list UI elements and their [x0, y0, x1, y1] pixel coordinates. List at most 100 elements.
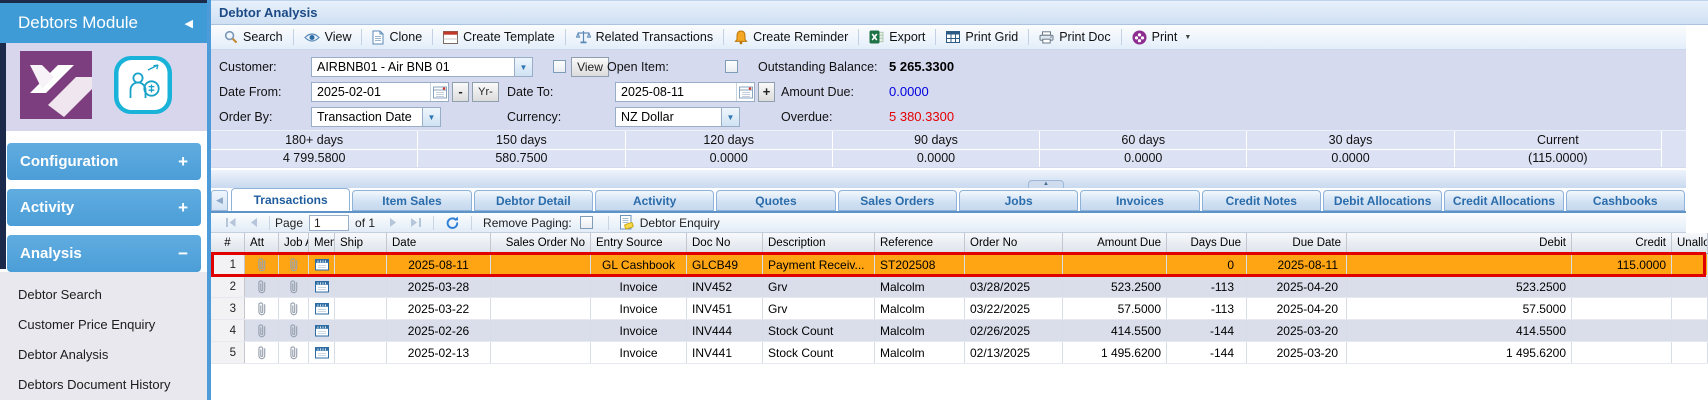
column-header-att[interactable]: Att [245, 233, 279, 253]
sidebar-header[interactable]: Debtors Module ◀ [0, 3, 207, 43]
toolbar-view-button[interactable]: View [296, 26, 360, 48]
column-header-entry-source[interactable]: Entry Source [591, 233, 687, 253]
dropdown-caret-icon[interactable]: ▼ [1184, 34, 1191, 41]
memo-icon[interactable] [315, 346, 329, 359]
order-by-combobox[interactable]: Transaction Date ▼ [311, 107, 441, 127]
column-header-due-date[interactable]: Due Date [1247, 233, 1347, 253]
date-plus-button[interactable]: + [758, 82, 775, 102]
column-header-debit[interactable]: Debit [1347, 233, 1572, 253]
tab-activity[interactable]: Activity [595, 190, 714, 211]
table-row[interactable]: 42025-02-26InvoiceINV444Stock CountMalco… [211, 320, 1708, 342]
attachment-icon[interactable] [257, 279, 267, 295]
toolbar-print-button[interactable]: Print▼ [1124, 26, 1200, 48]
tab-cashbooks[interactable]: Cashbooks [1566, 190, 1685, 211]
column-header-sales-order-no[interactable]: Sales Order No [491, 233, 591, 253]
column-header-ship[interactable]: Ship [335, 233, 387, 253]
chevron-down-icon[interactable]: ▼ [514, 58, 532, 76]
last-page-icon[interactable] [404, 217, 428, 228]
sidebar-section-activity[interactable]: Activity+ [7, 189, 201, 226]
previous-page-icon[interactable] [243, 217, 264, 228]
section-toggle-icon[interactable]: − [178, 244, 188, 264]
sidebar-section-configuration[interactable]: Configuration+ [7, 143, 201, 180]
sidebar-section-analysis[interactable]: Analysis− [7, 235, 201, 272]
table-row[interactable]: 12025-08-11GL CashbookGLCB49Payment Rece… [211, 254, 1708, 276]
tab-sales-orders[interactable]: Sales Orders [838, 190, 957, 211]
collapse-sidebar-icon[interactable]: ◀ [185, 17, 207, 30]
table-row[interactable]: 52025-02-13InvoiceINV441Stock CountMalco… [211, 342, 1708, 364]
attachment-icon[interactable] [257, 257, 267, 273]
calendar-icon[interactable] [736, 83, 754, 101]
column-header-[interactable]: # [211, 233, 245, 253]
tab-scroll-left-icon[interactable]: ◀ [211, 190, 228, 211]
panel-collapse-handle[interactable]: ▲ [1028, 180, 1064, 188]
tab-credit-notes[interactable]: Credit Notes [1202, 190, 1321, 211]
job-attachment-icon[interactable] [289, 257, 299, 273]
attachment-icon[interactable] [257, 323, 267, 339]
sidebar-item-customer-price-enquiry[interactable]: Customer Price Enquiry [0, 310, 207, 340]
table-row[interactable]: 32025-03-22InvoiceINV451GrvMalcolm03/22/… [211, 298, 1708, 320]
tab-invoices[interactable]: Invoices [1080, 190, 1199, 211]
debtor-enquiry-label[interactable]: Debtor Enquiry [640, 216, 720, 230]
chevron-down-icon[interactable]: ▼ [422, 108, 440, 126]
column-header-job-al[interactable]: Job Al [279, 233, 309, 253]
currency-combobox[interactable]: NZ Dollar ▼ [615, 107, 740, 127]
tab-item-sales[interactable]: Item Sales [352, 190, 471, 211]
open-item-checkbox[interactable] [725, 60, 738, 73]
toolbar-create-reminder-button[interactable]: Create Reminder [726, 26, 856, 48]
date-minus-button[interactable]: - [452, 82, 469, 102]
sidebar-item-debtors-document-history[interactable]: Debtors Document History [0, 370, 207, 400]
customer-checkbox[interactable] [553, 60, 566, 73]
column-header-days-due[interactable]: Days Due [1167, 233, 1247, 253]
job-attachment-icon[interactable] [289, 323, 299, 339]
view-customer-button[interactable]: View [571, 57, 609, 77]
job-attachment-icon[interactable] [289, 345, 299, 361]
table-row[interactable]: 22025-03-28InvoiceINV452GrvMalcolm03/28/… [211, 276, 1708, 298]
column-header-doc-no[interactable]: Doc No [687, 233, 763, 253]
column-header-reference[interactable]: Reference [875, 233, 965, 253]
toolbar-print-doc-button[interactable]: Print Doc [1031, 26, 1118, 48]
debtor-enquiry-icon[interactable] [614, 215, 640, 230]
date-from-field[interactable]: 2025-02-01 [311, 82, 449, 102]
memo-icon[interactable] [315, 302, 329, 315]
job-attachment-icon[interactable] [289, 301, 299, 317]
memo-icon[interactable] [315, 324, 329, 337]
job-attachment-icon[interactable] [289, 279, 299, 295]
toolbar-clone-button[interactable]: Clone [364, 26, 430, 48]
toolbar-search-button[interactable]: Search [216, 26, 291, 48]
first-page-icon[interactable] [219, 217, 243, 228]
tab-transactions[interactable]: Transactions [231, 188, 350, 211]
date-to-field[interactable]: 2025-08-11 [615, 82, 755, 102]
memo-icon[interactable] [315, 280, 329, 293]
toolbar-export-button[interactable]: Export [861, 26, 933, 48]
attachment-icon[interactable] [257, 345, 267, 361]
section-toggle-icon[interactable]: + [178, 152, 188, 172]
year-back-button[interactable]: Yr- [472, 82, 499, 102]
refresh-icon[interactable] [439, 216, 466, 230]
next-page-icon[interactable] [383, 217, 404, 228]
sidebar-item-debtor-analysis[interactable]: Debtor Analysis [0, 340, 207, 370]
column-header-order-no[interactable]: Order No [965, 233, 1063, 253]
chevron-down-icon[interactable]: ▼ [721, 108, 739, 126]
page-number-input[interactable]: 1 [309, 215, 349, 231]
column-header-amount-due[interactable]: Amount Due [1063, 233, 1167, 253]
section-toggle-icon[interactable]: + [178, 198, 188, 218]
column-header-date[interactable]: Date [387, 233, 491, 253]
attachment-icon[interactable] [257, 301, 267, 317]
tab-debtor-detail[interactable]: Debtor Detail [474, 190, 593, 211]
sidebar-item-debtor-search[interactable]: Debtor Search [0, 280, 207, 310]
column-header-description[interactable]: Description [763, 233, 875, 253]
column-header-credit[interactable]: Credit [1572, 233, 1672, 253]
calendar-icon[interactable] [430, 83, 448, 101]
column-header-unallo[interactable]: Unallo [1672, 233, 1708, 253]
toolbar-create-template-button[interactable]: Create Template [435, 26, 563, 48]
tab-quotes[interactable]: Quotes [716, 190, 835, 211]
customer-combobox[interactable]: AIRBNB01 - Air BNB 01 ▼ [311, 57, 533, 77]
column-header-memo[interactable]: Memo [309, 233, 335, 253]
tab-debit-allocations[interactable]: Debit Allocations [1323, 190, 1442, 211]
remove-paging-checkbox[interactable] [580, 216, 593, 229]
tab-jobs[interactable]: Jobs [959, 190, 1078, 211]
toolbar-print-grid-button[interactable]: Print Grid [938, 26, 1026, 48]
memo-icon[interactable] [315, 258, 329, 271]
tab-credit-allocations[interactable]: Credit Allocations [1444, 190, 1563, 211]
toolbar-related-transactions-button[interactable]: Related Transactions [568, 26, 721, 48]
